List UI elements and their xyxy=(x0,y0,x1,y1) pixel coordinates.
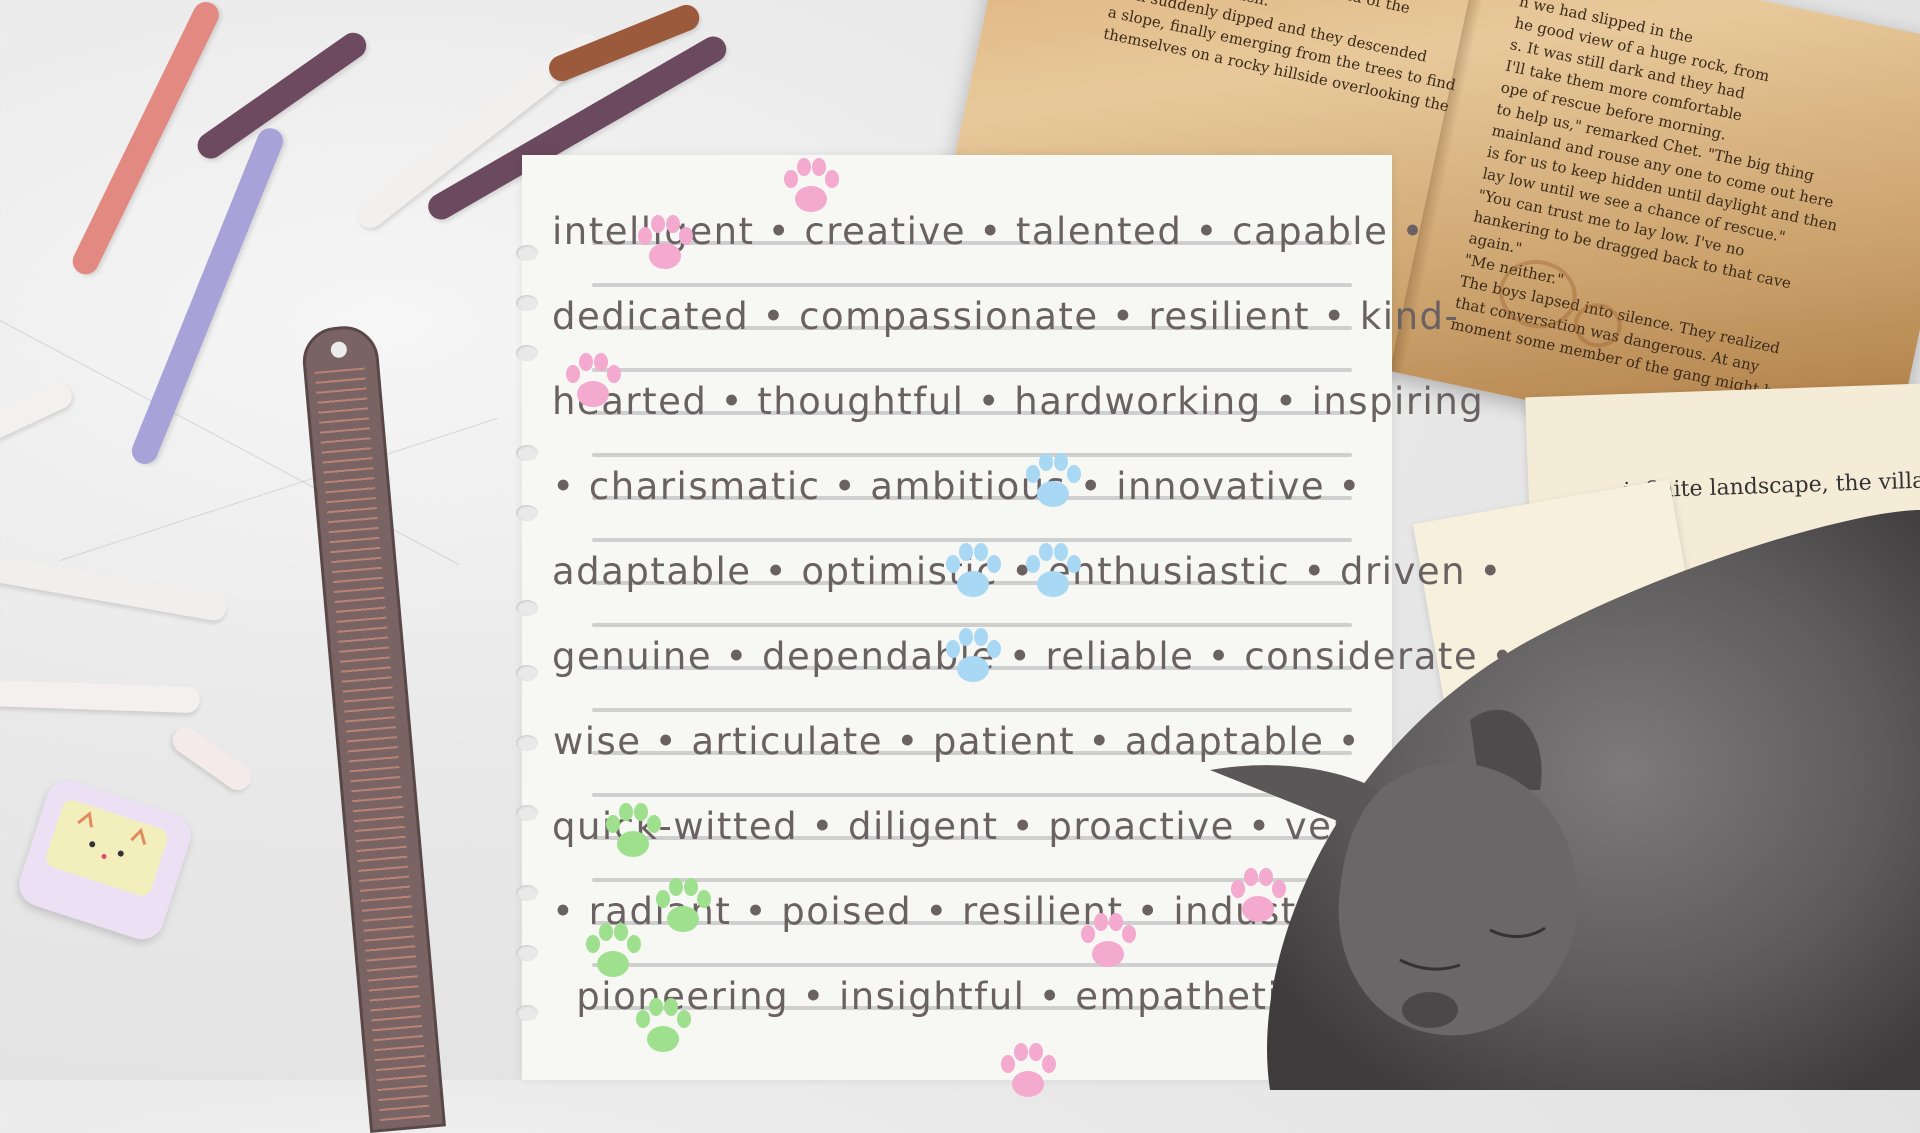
cat-eraser xyxy=(13,775,197,945)
ring-hole xyxy=(516,345,538,361)
paw-print-icon xyxy=(566,353,621,407)
ring-hole xyxy=(516,885,538,901)
ring-hole xyxy=(516,1005,538,1021)
paw-print-icon xyxy=(1081,913,1136,967)
paw-print-icon xyxy=(656,878,711,932)
marble-vein xyxy=(59,417,498,561)
word-line-2: dedicated • compassionate • resilient • … xyxy=(552,295,1460,338)
ruled-line xyxy=(592,368,1352,372)
ring-hole xyxy=(516,505,538,521)
ring-hole xyxy=(516,735,538,751)
paw-print-icon xyxy=(636,998,691,1052)
paw-print-icon xyxy=(1001,1043,1056,1097)
pencil xyxy=(127,124,287,468)
paw-print-icon xyxy=(1026,453,1081,507)
ruled-line xyxy=(592,453,1352,457)
chalk-stick xyxy=(0,378,77,445)
ruler xyxy=(300,323,446,1133)
ruler-hole xyxy=(330,341,348,359)
ruler-ticks xyxy=(314,367,431,1129)
eraser-cat-face xyxy=(43,797,170,899)
ring-hole xyxy=(516,945,538,961)
paw-print-icon xyxy=(784,158,839,212)
paw-print-icon xyxy=(606,803,661,857)
book-page-right-text: n we had slipped in the he good view of a… xyxy=(1449,0,1872,409)
ring-hole xyxy=(516,295,538,311)
paw-print-icon xyxy=(946,543,1001,597)
sleeping-cat-image xyxy=(1210,510,1920,1090)
ring-hole xyxy=(516,445,538,461)
chalk-stick xyxy=(0,680,201,714)
ring-hole xyxy=(516,245,538,261)
ruled-line xyxy=(592,283,1352,287)
word-line-3: hearted • thoughtful • hardworking • ins… xyxy=(552,380,1485,423)
ring-hole xyxy=(516,600,538,616)
ring-hole xyxy=(516,805,538,821)
paw-print-icon xyxy=(638,215,693,269)
paw-print-icon xyxy=(1026,543,1081,597)
book-page-left-text: closer and they heard the sound of thene… xyxy=(1101,0,1471,118)
paw-print-icon xyxy=(586,923,641,977)
chalk-stick xyxy=(0,555,229,623)
chalk-stick xyxy=(167,722,257,796)
paw-print-icon xyxy=(946,628,1001,682)
ring-hole xyxy=(516,665,538,681)
